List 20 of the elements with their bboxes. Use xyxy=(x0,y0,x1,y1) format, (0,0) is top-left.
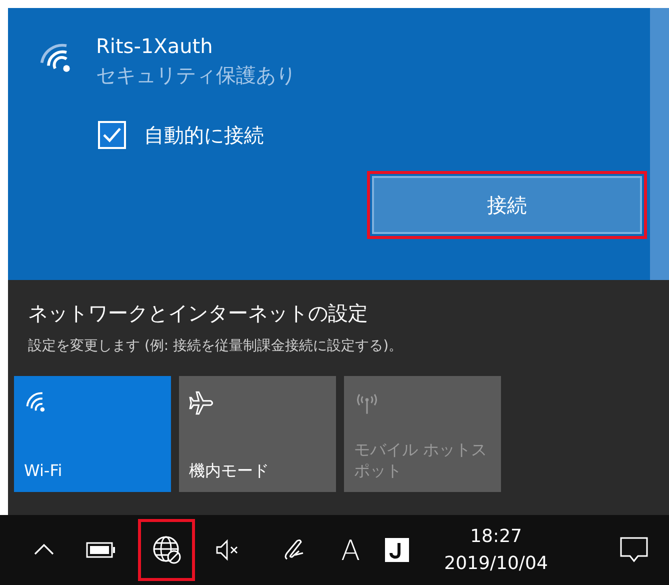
settings-description: 設定を変更します (例: 接続を従量制課金接続に設定する)。 xyxy=(28,337,404,355)
tile-label: 機内モード xyxy=(189,461,270,482)
ime-icon[interactable] xyxy=(384,537,410,563)
network-name: Rits-1Xauth xyxy=(96,34,214,58)
tile-label: Wi-Fi xyxy=(24,461,64,482)
quick-action-tile[interactable]: 機内モード xyxy=(179,376,336,492)
clock-time[interactable]: 18:27 xyxy=(470,526,522,547)
quick-action-tile[interactable]: Wi-Fi xyxy=(14,376,171,492)
checkbox[interactable] xyxy=(98,121,126,149)
tile-label: モバイル ホットスポット xyxy=(354,440,488,482)
settings-link[interactable]: ネットワークとインターネットの設定 xyxy=(28,300,669,327)
input-mode-indicator[interactable]: A xyxy=(341,534,360,566)
battery-icon[interactable] xyxy=(86,542,116,558)
security-status: セキュリティ保護あり xyxy=(96,62,296,89)
notification-icon[interactable] xyxy=(619,536,649,564)
globe-icon[interactable] xyxy=(152,535,182,565)
checkbox-label: 自動的に接続 xyxy=(144,122,264,148)
airplane-icon xyxy=(189,390,215,416)
clock-date[interactable]: 2019/10/04 xyxy=(444,553,548,574)
connect-button[interactable]: 接続 xyxy=(372,176,642,234)
